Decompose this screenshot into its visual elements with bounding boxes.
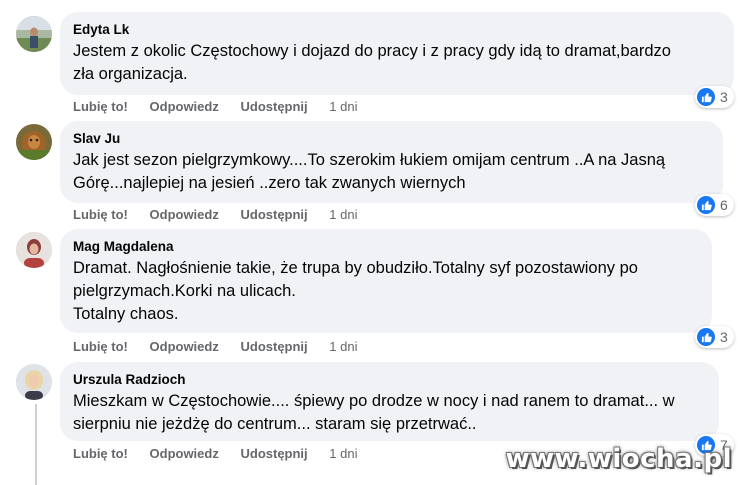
like-link[interactable]: Lubię to! [73, 207, 128, 222]
thread-line [35, 404, 37, 485]
comment-author[interactable]: Urszula Radzioch [73, 371, 707, 388]
comment-timestamp[interactable]: 1 dni [329, 339, 357, 354]
comment-text-line: Jestem z okolic Częstochowy i dojazd do … [73, 42, 671, 60]
comment-text-line: Jak jest sezon pielgrzymkowy....To szero… [73, 151, 666, 169]
reaction-count-value: 6 [720, 197, 728, 213]
reaction-count[interactable]: 3 [695, 86, 734, 108]
comment-actions: Lubię to! Odpowiedz Udostępnij 1 dni [73, 207, 375, 222]
reaction-count[interactable]: 3 [695, 326, 734, 348]
comment-text-line: sierpniu nie jeżdżę do centrum... staram… [73, 415, 477, 433]
comment-author[interactable]: Mag Magdalena [73, 238, 700, 255]
comment-text-line: Mieszkam w Częstochowie.... śpiewy po dr… [73, 392, 675, 410]
share-link[interactable]: Udostępnij [240, 339, 307, 354]
comment-bubble: Urszula Radzioch Mieszkam w Częstochowie… [60, 362, 719, 441]
comment-actions: Lubię to! Odpowiedz Udostępnij 1 dni [73, 446, 375, 461]
comment-text-line: pielgrzymach.Korki na ulicach. [73, 282, 296, 300]
share-link[interactable]: Udostępnij [240, 207, 307, 222]
thumbs-up-icon [697, 88, 715, 106]
comment-text-line: Górę...najlepiej na jesień ..zero tak zw… [73, 174, 466, 192]
comment-text: Jestem z okolic Częstochowy i dojazd do … [73, 40, 722, 86]
avatar[interactable] [16, 124, 52, 160]
share-link[interactable]: Udostępnij [240, 446, 307, 461]
reply-link[interactable]: Odpowiedz [150, 99, 219, 114]
comment-bubble: Mag Magdalena Dramat. Nagłośnienie takie… [60, 229, 712, 333]
reaction-count[interactable]: 6 [695, 194, 734, 216]
comment-timestamp[interactable]: 1 dni [329, 207, 357, 222]
avatar[interactable] [16, 364, 52, 400]
comment-timestamp[interactable]: 1 dni [329, 99, 357, 114]
reply-link[interactable]: Odpowiedz [150, 339, 219, 354]
comment-timestamp[interactable]: 1 dni [329, 446, 357, 461]
comment-text: Jak jest sezon pielgrzymkowy....To szero… [73, 149, 711, 195]
like-link[interactable]: Lubię to! [73, 339, 128, 354]
avatar[interactable] [16, 232, 52, 268]
like-link[interactable]: Lubię to! [73, 99, 128, 114]
comment-text: Dramat. Nagłośnienie takie, że trupa by … [73, 257, 700, 326]
site-watermark: www.wiocha.pl [505, 444, 732, 474]
thumbs-up-icon [697, 328, 715, 346]
comment-text-line: zła organizacja. [73, 65, 188, 83]
like-link[interactable]: Lubię to! [73, 446, 128, 461]
avatar[interactable] [16, 16, 52, 52]
comment-author[interactable]: Edyta Lk [73, 21, 722, 38]
comment-text-line: Dramat. Nagłośnienie takie, że trupa by … [73, 259, 638, 277]
thumbs-up-icon [697, 196, 715, 214]
reply-link[interactable]: Odpowiedz [150, 207, 219, 222]
comment-text-line: Totalny chaos. [73, 305, 179, 323]
comment-author[interactable]: Slav Ju [73, 130, 711, 147]
share-link[interactable]: Udostępnij [240, 99, 307, 114]
reaction-count-value: 3 [720, 89, 728, 105]
reply-link[interactable]: Odpowiedz [150, 446, 219, 461]
comment-bubble: Edyta Lk Jestem z okolic Częstochowy i d… [60, 12, 734, 95]
comment-bubble: Slav Ju Jak jest sezon pielgrzymkowy....… [60, 121, 723, 203]
comment-actions: Lubię to! Odpowiedz Udostępnij 1 dni [73, 339, 375, 354]
reaction-count-value: 3 [720, 329, 728, 345]
comment-actions: Lubię to! Odpowiedz Udostępnij 1 dni [73, 99, 375, 114]
comment-text: Mieszkam w Częstochowie.... śpiewy po dr… [73, 390, 707, 436]
